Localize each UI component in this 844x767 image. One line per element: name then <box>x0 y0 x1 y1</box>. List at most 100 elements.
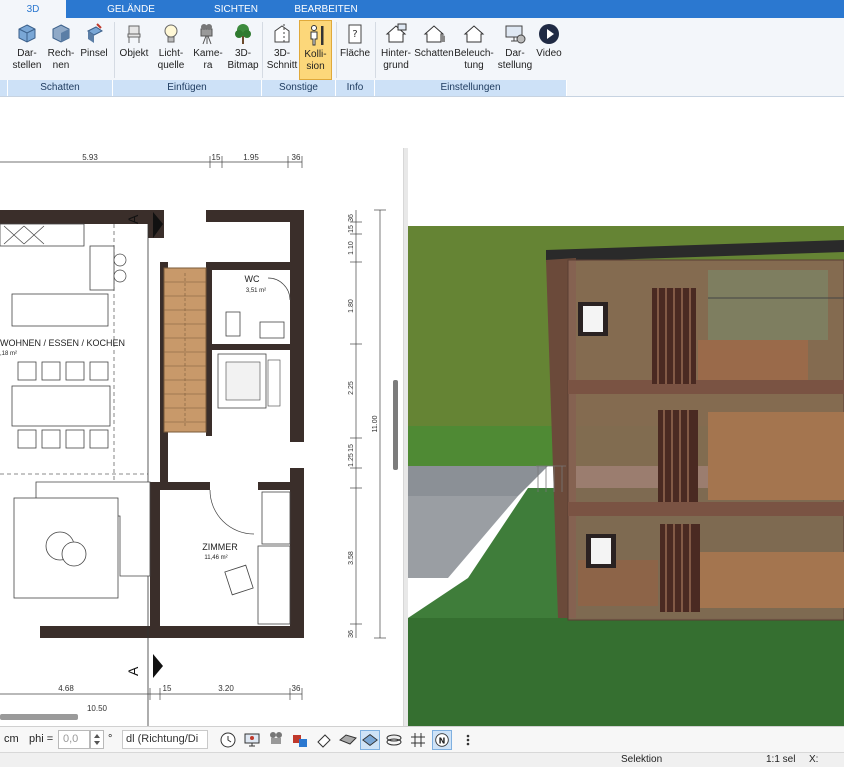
camera-icon <box>200 24 213 45</box>
ribbon-groups: Dar- stellen Rech- nen Pinsel Objekt Lic… <box>0 18 567 96</box>
ribbon: Dar- stellen Rech- nen Pinsel Objekt Lic… <box>0 18 844 96</box>
layers-icon[interactable] <box>384 730 404 750</box>
grid-icon[interactable] <box>408 730 428 750</box>
app-window: 3D GELÄNDE SICHTEN BEARBEITEN Dar- stell… <box>0 0 844 767</box>
wall <box>206 262 290 270</box>
dim-top-1: 5.93 <box>82 153 98 162</box>
north-icon[interactable]: N <box>432 730 452 750</box>
phi-input[interactable]: 0,0 <box>58 730 90 749</box>
room-area-wc: 3,51 m² <box>246 288 266 294</box>
lichtquelle-button[interactable]: Licht- quelle <box>153 20 189 80</box>
dim-right-7: 1.25 <box>348 453 355 467</box>
room-name-wc: WC <box>245 274 260 284</box>
phi-spinner[interactable] <box>90 730 104 749</box>
wall <box>290 210 304 442</box>
separator <box>114 22 115 78</box>
dim-right-1: 36 <box>348 214 355 222</box>
3d-view[interactable] <box>408 148 844 726</box>
flaeche-label: Fläche <box>339 48 370 59</box>
house-model <box>536 240 844 621</box>
status-mode: Selektion <box>621 754 663 765</box>
wall <box>160 482 210 490</box>
darstellen-label: Dar- stellen <box>12 48 42 71</box>
floor-plan-view[interactable]: 5.93 15 1.95 36 WC 3,51 m² WOHNEN / ESSE… <box>0 148 404 726</box>
bitmap3d-button[interactable]: 3D- Bitmap <box>226 20 260 80</box>
floor-plan-drawing[interactable]: 5.93 15 1.95 36 WC 3,51 m² WOHNEN / ESSE… <box>0 148 404 726</box>
dim-right-9: 36 <box>348 630 355 638</box>
workspace-top-blank <box>0 96 844 148</box>
kollision-button[interactable]: Kolli- sion <box>299 20 332 80</box>
dim-right-8: 3.58 <box>348 551 355 565</box>
pinsel-label: Pinsel <box>80 48 108 59</box>
3d-scene[interactable] <box>408 148 844 726</box>
more-options-icon[interactable] <box>458 730 478 750</box>
wall <box>40 626 304 638</box>
dim-bottom-2: 15 <box>163 684 172 693</box>
dim-right-6: 15 <box>348 444 355 452</box>
tab-sichten[interactable]: SICHTEN <box>196 0 276 18</box>
group-label-einfuegen: Einfügen <box>113 80 262 96</box>
wireframe-icon[interactable] <box>360 730 380 750</box>
ribbon-tab-bar: 3D GELÄNDE SICHTEN BEARBEITEN <box>0 0 844 18</box>
texture-icon[interactable] <box>338 730 358 750</box>
group-label-left <box>0 80 8 96</box>
play-icon <box>539 24 559 44</box>
room-name-zimmer: ZIMMER <box>202 542 238 552</box>
status-selection: 1:1 sel <box>766 754 796 765</box>
kamera-button[interactable]: Kame- ra <box>191 20 225 80</box>
video-label: Video <box>536 48 562 59</box>
darstellung-button[interactable]: Dar- stellung <box>496 20 534 80</box>
dim-right-5: 2.25 <box>348 381 355 395</box>
dim-right-total: 11.00 <box>372 415 379 432</box>
brush-icon <box>87 23 103 43</box>
material-icon[interactable] <box>290 730 310 750</box>
cube-icon <box>18 24 36 43</box>
section-marker-top-label: A <box>125 214 141 224</box>
room-name-wohnen: WOHNEN / ESSEN / KOCHEN <box>0 338 125 348</box>
dim-right-4: 1.80 <box>348 299 355 313</box>
svg-text:N: N <box>439 736 446 746</box>
rechnen-button[interactable]: Rech- nen <box>46 20 76 80</box>
status-x-coordinate: X: <box>809 754 819 765</box>
group-label-info: Info <box>336 80 375 96</box>
video-button[interactable]: Video <box>534 20 564 80</box>
tab-3d[interactable]: 3D <box>0 0 66 18</box>
flaeche-button[interactable]: ? Fläche <box>338 20 372 80</box>
separator <box>262 22 263 78</box>
schatten-label: Schatten <box>414 48 454 59</box>
darstellung-label: Dar- stellung <box>497 48 533 71</box>
plan-horizontal-scrollbar[interactable] <box>0 714 78 720</box>
splitter-grip[interactable] <box>393 380 398 470</box>
dim-right-2: 15 <box>348 225 355 233</box>
spinner-arrows-icon <box>94 734 100 745</box>
section-marker-bottom[interactable]: A <box>125 654 163 678</box>
darstellen-button[interactable]: Dar- stellen <box>10 20 44 80</box>
group-label-sonstige: Sonstige <box>262 80 336 96</box>
pinsel-button[interactable]: Pinsel <box>78 20 110 80</box>
dim-top-2: 15 <box>212 153 221 162</box>
hintergrund-button[interactable]: Hinter- grund <box>378 20 414 80</box>
monitor-icon[interactable] <box>242 730 262 750</box>
camera-path-icon[interactable] <box>266 730 286 750</box>
rechnen-label: Rech- nen <box>47 48 75 71</box>
collision-person-icon <box>310 25 323 46</box>
objekt-button[interactable]: Objekt <box>117 20 151 80</box>
bitmap3d-label: 3D- Bitmap <box>227 48 259 71</box>
bulb-icon <box>164 24 178 43</box>
cube-shade-icon <box>52 24 70 43</box>
kamera-label: Kame- ra <box>193 48 223 71</box>
schatten-button[interactable]: Schatten <box>414 20 454 80</box>
tab-bearbeiten[interactable]: BEARBEITEN <box>284 0 368 18</box>
house-shadow-icon <box>423 25 445 43</box>
paint-icon[interactable] <box>314 730 334 750</box>
clock-icon[interactable] <box>218 730 238 750</box>
room-area-wohnen: ,18 m² <box>0 351 17 357</box>
wall <box>290 468 304 634</box>
separator <box>375 22 376 78</box>
dim-top-3: 1.95 <box>243 153 259 162</box>
schnitt3d-button[interactable]: 3D- Schnitt <box>265 20 299 80</box>
group-label-einstellungen: Einstellungen <box>375 80 567 96</box>
beleuchtung-button[interactable]: Beleuch- tung <box>454 20 494 80</box>
direction-select[interactable]: dl (Richtung/Di <box>122 730 208 749</box>
tab-gelaende[interactable]: GELÄNDE <box>92 0 170 18</box>
